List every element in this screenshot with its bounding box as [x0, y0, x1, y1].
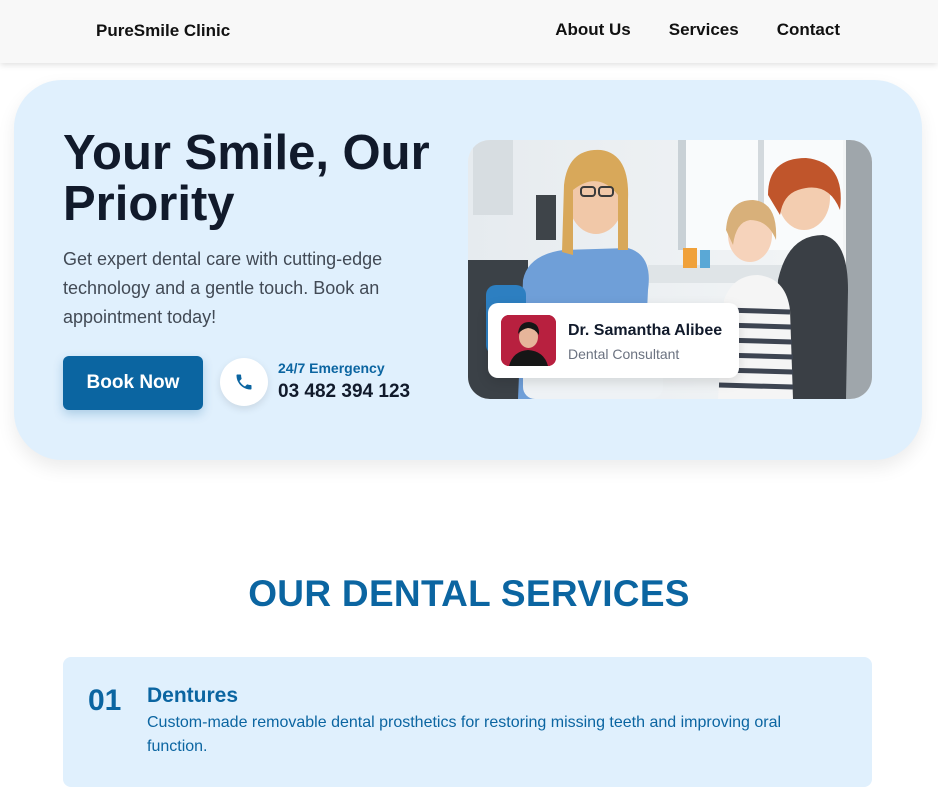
service-name: Dentures — [147, 684, 239, 707]
top-navbar: PureSmile Clinic About Us Services Conta… — [0, 0, 938, 63]
doctor-name: Dr. Samantha Alibee — [568, 322, 723, 339]
service-number: 01 — [88, 684, 122, 717]
doctor-role: Dental Consultant — [568, 346, 680, 362]
doctor-card[interactable]: Dr. Samantha Alibee Dental Consultant — [488, 303, 739, 378]
nav-link-contact[interactable]: Contact — [777, 20, 840, 40]
services-section-title: OUR DENTAL SERVICES — [248, 573, 690, 614]
emergency-phone-number[interactable]: 03 482 394 123 — [278, 381, 410, 403]
phone-icon[interactable] — [220, 358, 268, 406]
phone-glyph — [236, 374, 252, 390]
emergency-label: 24/7 Emergency — [278, 360, 385, 376]
hero-description: Get expert dental care with cutting-edge… — [63, 249, 383, 327]
hero-title: Your Smile, Our Priority — [63, 126, 430, 231]
hero-section: Your Smile, Our Priority Get expert dent… — [14, 80, 922, 460]
service-description: Custom-made removable dental prosthetics… — [147, 714, 782, 755]
book-now-button[interactable]: Book Now — [63, 356, 203, 410]
service-card-dentures[interactable]: 01 Dentures Custom-made removable dental… — [63, 657, 872, 787]
nav-link-about[interactable]: About Us — [555, 20, 631, 40]
nav-links: About Us Services Contact — [555, 20, 840, 40]
nav-link-services[interactable]: Services — [669, 20, 739, 40]
brand-logo-text[interactable]: PureSmile Clinic — [96, 21, 230, 41]
doctor-avatar — [501, 315, 556, 366]
